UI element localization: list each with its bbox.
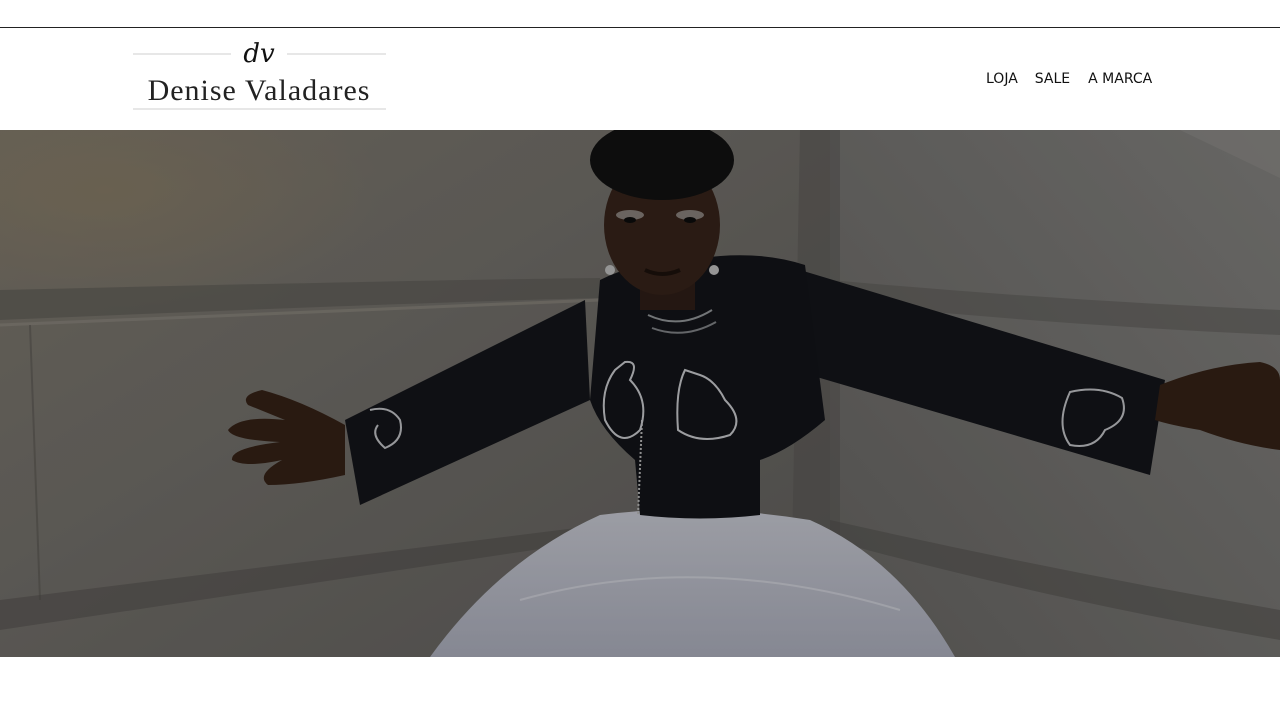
nav-item-a-marca[interactable]: A MARCA (1088, 70, 1152, 88)
main-nav: LOJA SALE A MARCA (986, 70, 1152, 88)
top-bar (0, 0, 1280, 27)
brand-logo[interactable]: dv Denise Valadares (133, 36, 386, 112)
brand-monogram: dv (243, 39, 275, 69)
site-header: dv Denise Valadares LOJA SALE A MARCA (0, 28, 1280, 130)
hero-banner[interactable] (0, 130, 1280, 657)
brand-name: Denise Valadares (148, 74, 371, 107)
hero-image (0, 130, 1280, 657)
nav-item-loja[interactable]: LOJA (986, 70, 1018, 88)
nav-item-sale[interactable]: SALE (1035, 70, 1070, 88)
page-content-area (0, 657, 1280, 720)
brand-logo-graphic: dv Denise Valadares (133, 39, 386, 110)
